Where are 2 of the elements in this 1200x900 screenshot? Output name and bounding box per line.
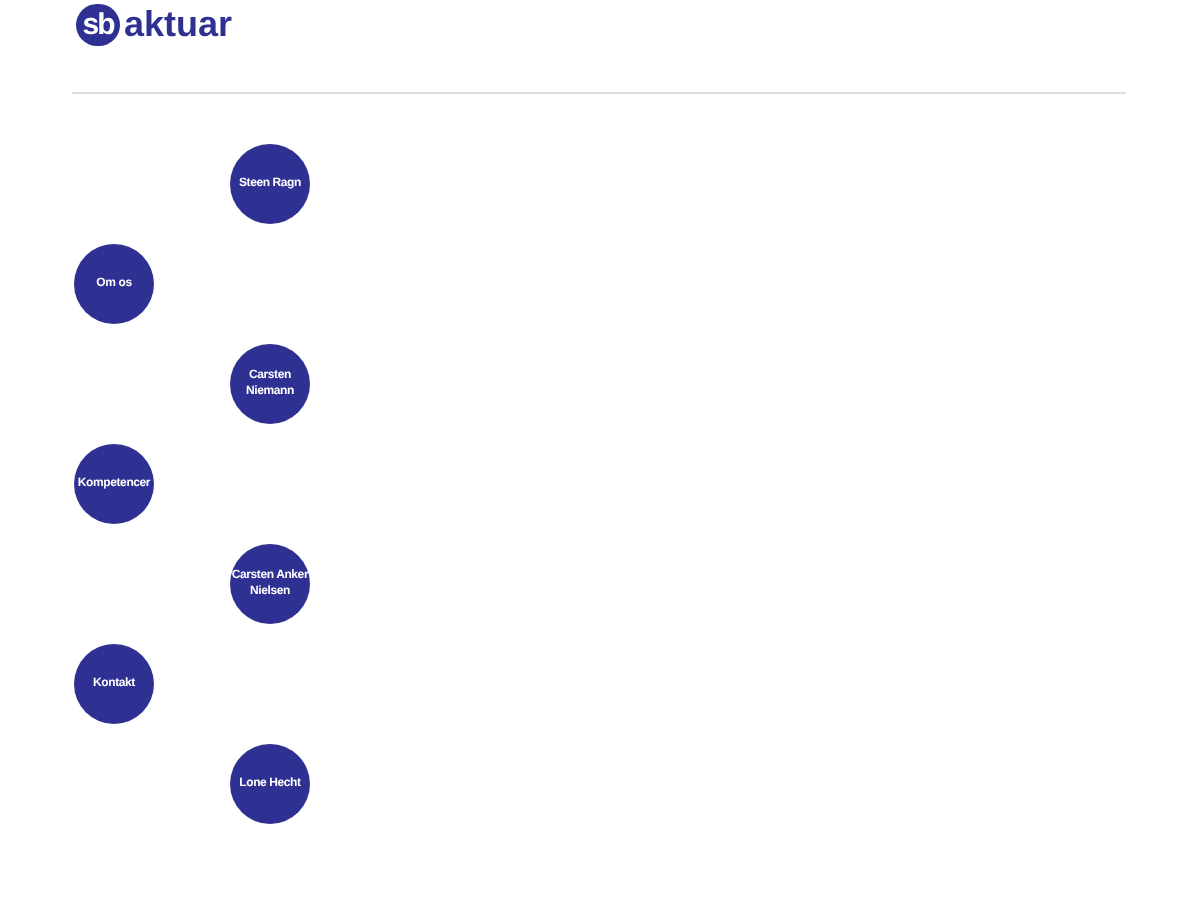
logo-text: aktuar [124, 6, 233, 42]
logo-mark: sb [76, 3, 120, 45]
